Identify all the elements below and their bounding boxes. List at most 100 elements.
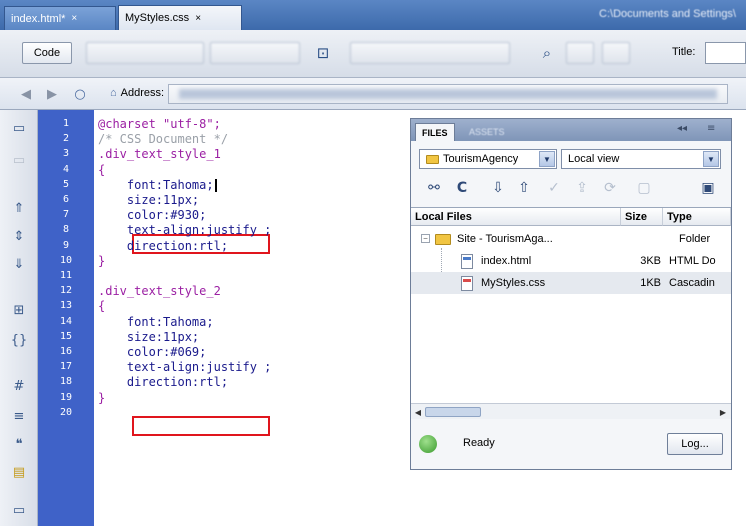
horizontal-scrollbar[interactable]: ◀ ▶ (411, 403, 731, 419)
chevron-down-icon[interactable]: ▼ (539, 151, 555, 167)
connect-icon[interactable]: ⚯ (423, 177, 445, 199)
put-files-icon[interactable]: ⇧ (513, 177, 535, 199)
expand-panel-icon[interactable]: ▣ (697, 177, 719, 199)
balance-braces-icon[interactable]: {} (9, 330, 29, 350)
code-view-button[interactable]: Code (22, 42, 72, 64)
collapse-selection-icon[interactable]: ⇕ (9, 226, 29, 246)
snippet-icon[interactable]: ▤ (9, 462, 29, 482)
code-token: } (98, 253, 106, 268)
check-in-icon[interactable]: ⇪ (571, 177, 593, 199)
sync-icon[interactable]: ⟳ (599, 177, 621, 199)
line-number: 11 (59, 270, 73, 281)
line-number: 19 (59, 391, 73, 403)
code-line: color:#069; (98, 345, 206, 359)
code-token: .div_text_style_1 (98, 147, 221, 162)
code-line: text-align:justify ; (98, 223, 272, 238)
line-number-gutter: 1 2 3 4 5 6 7 8 9 10 11 12 13 14 15 16 17 18 19 20 (38, 110, 94, 526)
code-token: /* CSS Document */ (98, 132, 229, 147)
code-token: size:11px; (98, 329, 200, 344)
show-code-navigator-icon[interactable]: ▭ (9, 150, 29, 170)
tab-mystyles-css[interactable]: MyStyles.css × (118, 5, 242, 30)
code-token: text-align:justify ; (98, 360, 272, 375)
title-input[interactable] (705, 42, 746, 64)
get-files-icon[interactable]: ⇩ (487, 177, 509, 199)
expand-all-icon[interactable]: ⇓ (9, 254, 29, 274)
tab-files[interactable]: FILES (415, 123, 455, 141)
line-number: 8 (62, 224, 70, 236)
highlight-invalid-code-icon[interactable]: ≡ (9, 406, 29, 426)
panel-menu-icon[interactable]: ≡ (707, 123, 715, 134)
document-toolbar: Code ⊡ ⌕ Title: (0, 30, 746, 78)
back-icon[interactable]: ◀ (18, 86, 34, 102)
files-status-bar: Ready Log... (411, 419, 731, 469)
close-icon[interactable]: × (71, 13, 77, 24)
scrollbar-thumb[interactable] (425, 407, 481, 417)
code-line: { (98, 299, 105, 313)
line-numbers-icon[interactable]: # (9, 376, 29, 396)
view-select[interactable]: Local view ▼ (561, 149, 721, 169)
file-type: Cascadin (669, 277, 715, 289)
line-number: 16 (59, 346, 73, 357)
select-parent-tag-icon[interactable]: ⊞ (9, 300, 29, 320)
highlight-box-color-069 (132, 416, 270, 436)
forward-icon[interactable]: ▶ (44, 86, 60, 102)
split-view-button[interactable] (86, 42, 204, 64)
close-icon[interactable]: × (195, 13, 201, 24)
indent-icon[interactable]: ▭ (9, 500, 29, 520)
refresh-icon[interactable]: ○ (72, 86, 88, 102)
refresh-icon[interactable]: C (451, 177, 473, 199)
code-line: .div_text_style_2 (98, 284, 221, 298)
site-select[interactable]: TourismAgency ▼ (419, 149, 557, 169)
address-bar: ◀ ▶ ○ ⌂ Address: (0, 78, 746, 110)
collapse-tag-icon[interactable]: ⇑ (9, 198, 29, 218)
log-button[interactable]: Log... (667, 433, 723, 455)
line-number: 3 (62, 148, 70, 160)
code-line: @charset "utf-8"; (98, 117, 221, 131)
tab-index-html[interactable]: index.html* × (4, 6, 116, 30)
status-text: Ready (463, 437, 495, 449)
collapse-panel-icon[interactable]: ◂◂ (677, 123, 687, 134)
code-line: font:Tahoma; (98, 178, 217, 192)
code-token: color:#069; (98, 345, 207, 359)
file-row-index-html[interactable]: index.html 3KB HTML Do (411, 250, 731, 272)
refresh-button[interactable] (566, 42, 594, 64)
tab-assets[interactable]: ASSETS (463, 123, 511, 141)
file-tree: Local Files Size Type − Site - TourismAg… (411, 207, 731, 403)
code-token: color:#930; (98, 208, 207, 223)
folder-icon (435, 233, 451, 245)
code-token: font:Tahoma; (98, 177, 214, 192)
line-number: 5 (62, 178, 70, 190)
code-token: text-align:justify ; (98, 223, 272, 238)
zoom-icon[interactable]: ⌕ (536, 42, 558, 64)
file-row-site[interactable]: − Site - TourismAga... Folder (411, 228, 731, 250)
file-row-mystyles-css[interactable]: MyStyles.css 1KB Cascadin (411, 272, 731, 294)
home-icon[interactable]: ⌂ (110, 87, 117, 99)
design-view-button[interactable] (210, 42, 300, 64)
column-size[interactable]: Size (621, 208, 663, 226)
apply-comment-icon[interactable]: ❝ (9, 434, 29, 454)
chevron-down-icon[interactable]: ▼ (703, 151, 719, 167)
live-view-icon[interactable]: ⊡ (312, 42, 334, 64)
address-input[interactable] (168, 84, 728, 104)
collapse-icon[interactable]: − (421, 234, 430, 243)
expand-icon[interactable]: ▢ (633, 177, 655, 199)
code-line: size:11px; (98, 193, 199, 207)
line-number: 15 (59, 330, 73, 342)
scroll-left-icon[interactable]: ◀ (412, 406, 424, 418)
column-type[interactable]: Type (663, 208, 731, 226)
open-documents-icon[interactable]: ▭ (9, 118, 29, 138)
tab-label: index.html* (11, 12, 66, 25)
inspect-button[interactable] (350, 42, 510, 64)
code-line: color:#930; (98, 208, 206, 222)
code-line: } (98, 391, 105, 405)
files-toolbar: ⚯ C ⇩ ⇧ ✓ ⇪ ⟳ ▢ ▣ (419, 175, 723, 201)
scroll-right-icon[interactable]: ▶ (717, 406, 729, 418)
column-local-files[interactable]: Local Files (411, 208, 621, 226)
code-line: font:Tahoma; (98, 315, 214, 329)
options-button[interactable] (602, 42, 630, 64)
code-token: direction:rtl; (98, 375, 229, 390)
html-file-icon (461, 253, 473, 269)
address-label: Address: (120, 87, 165, 99)
check-out-icon[interactable]: ✓ (543, 177, 565, 199)
line-number: 18 (59, 376, 73, 388)
